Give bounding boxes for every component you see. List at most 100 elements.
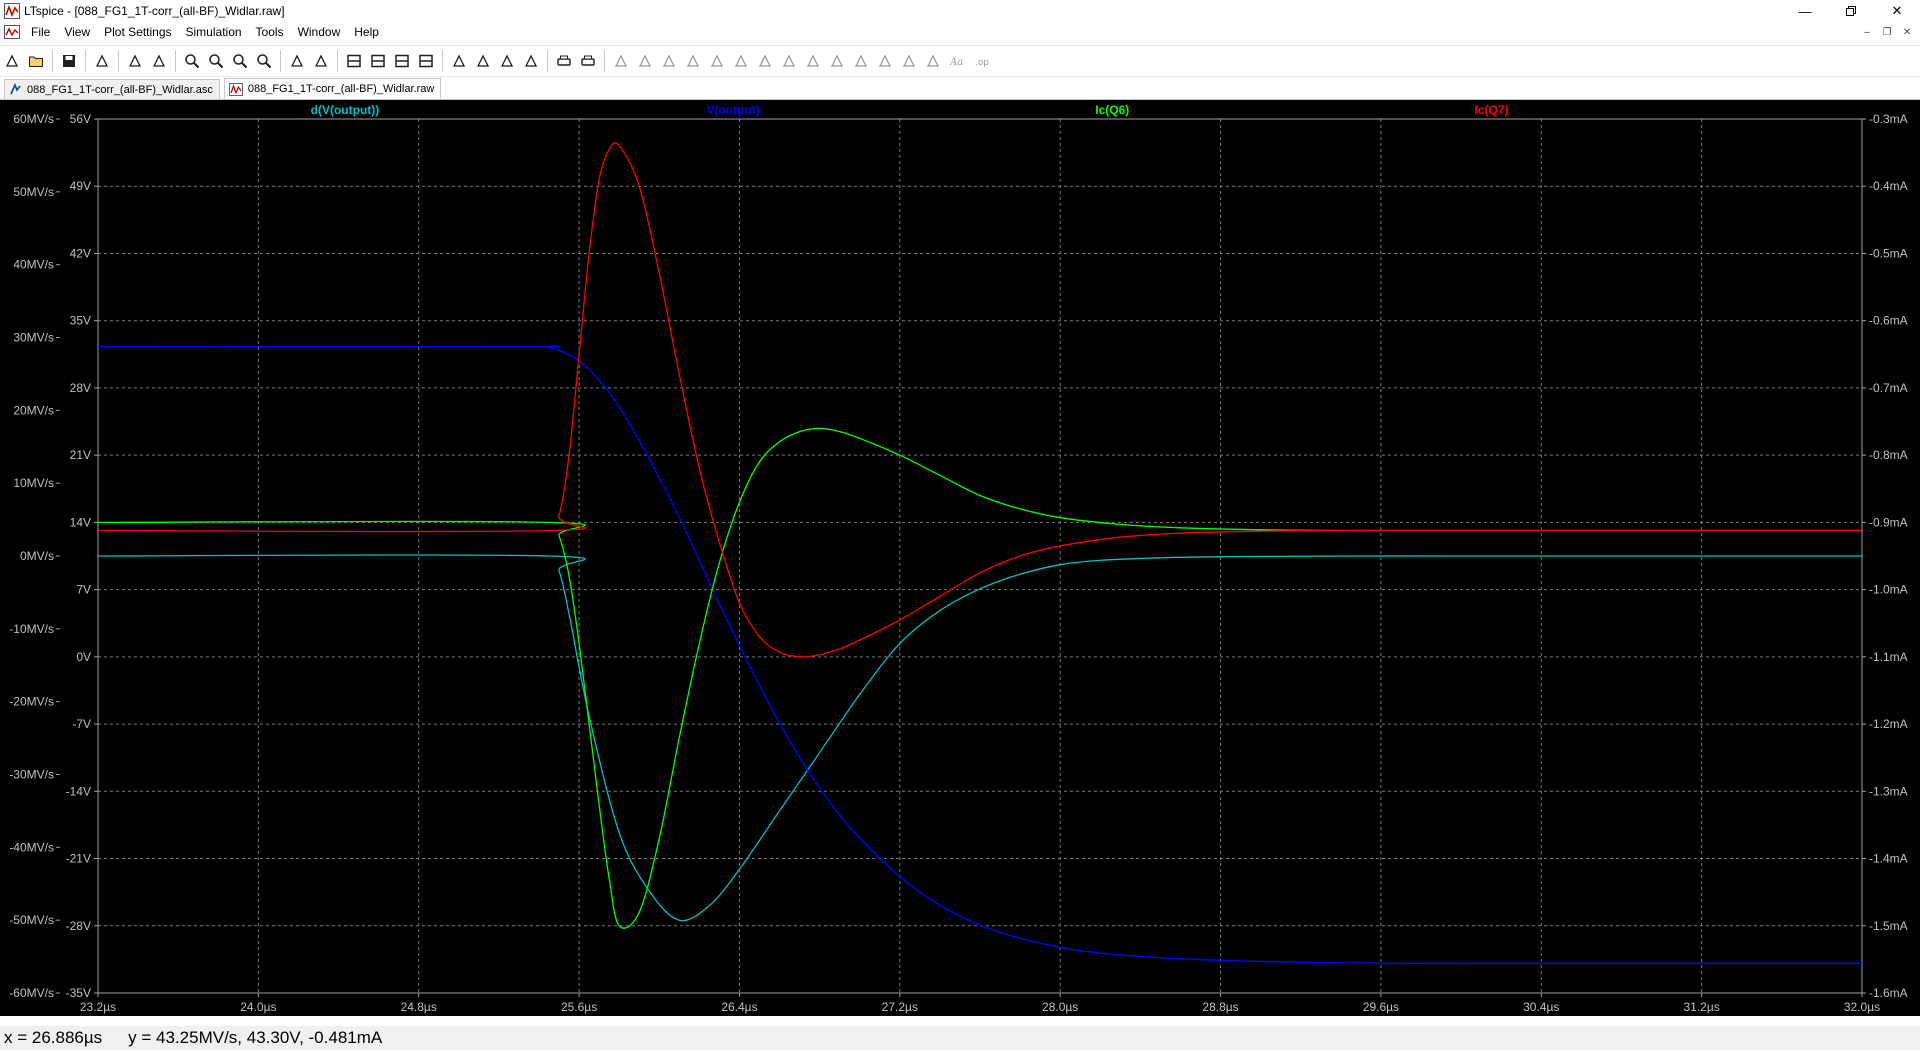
new-schematic-icon[interactable]	[1, 50, 23, 72]
title-bar: LTspice - [088_FG1_1T-corr_(all-BF)_Widl…	[0, 0, 1920, 22]
tile-vertical-icon[interactable]	[367, 50, 389, 72]
component-icon[interactable]	[778, 50, 800, 72]
y-tick-label-v: 56V	[70, 112, 91, 126]
tab-waveform[interactable]: 088_FG1_1T-corr_(all-BF)_Widlar.raw	[223, 78, 442, 99]
fit-y-icon[interactable]	[310, 50, 332, 72]
y-tick-label-dv: 60MV/s	[13, 112, 54, 126]
x-tick-label: 32.0µs	[1844, 1000, 1880, 1014]
move-icon[interactable]	[802, 50, 824, 72]
y-tick-label-dv: -50MV/s	[9, 913, 54, 927]
minimize-icon[interactable]: —	[1782, 0, 1828, 22]
x-tick-label: 23.2µs	[80, 1000, 116, 1014]
zoom-area-icon[interactable]	[205, 50, 227, 72]
y-tick-label-dv: 20MV/s	[13, 403, 54, 417]
y-tick-label-v: 7V	[76, 583, 91, 597]
diode-icon[interactable]	[754, 50, 776, 72]
trace-label[interactable]: Ic(Q7)	[1475, 103, 1509, 117]
zoom-out-icon[interactable]	[229, 50, 251, 72]
cascade-icon[interactable]	[391, 50, 413, 72]
resistor-icon[interactable]	[682, 50, 704, 72]
trace-label[interactable]: V(output)	[706, 103, 759, 117]
x-tick-label: 31.2µs	[1683, 1000, 1719, 1014]
trace-label[interactable]: d(V(output))	[311, 103, 380, 117]
close-icon[interactable]: ✕	[1874, 0, 1920, 22]
drag-icon[interactable]	[826, 50, 848, 72]
y-tick-label-v: -35V	[66, 986, 91, 1000]
y-tick-label-v: 0V	[76, 650, 91, 664]
halt-icon[interactable]	[148, 50, 170, 72]
toolbar: Aa .op	[0, 45, 1920, 77]
y-tick-label-dv: -60MV/s	[9, 986, 54, 1000]
menu-plot-settings[interactable]: Plot Settings	[97, 22, 178, 42]
toolbar-separator	[337, 50, 338, 72]
trace-label[interactable]: Ic(Q6)	[1095, 103, 1129, 117]
zoom-in-icon[interactable]	[181, 50, 203, 72]
autorange-icon[interactable]	[286, 50, 308, 72]
x-tick-label: 25.6µs	[561, 1000, 597, 1014]
y-tick-label-i: -0.6mA	[1869, 314, 1908, 328]
x-tick-label: 28.8µs	[1202, 1000, 1238, 1014]
print-icon[interactable]	[577, 50, 599, 72]
toolbar-separator	[280, 50, 281, 72]
document-tabs: 088_FG1_1T-corr_(all-BF)_Widlar.asc 088_…	[0, 78, 1920, 100]
menu-help[interactable]: Help	[347, 22, 386, 42]
toolbar-separator	[175, 50, 176, 72]
y-tick-label-v: -28V	[66, 919, 91, 933]
zoom-cancel-icon[interactable]	[253, 50, 275, 72]
menu-tools[interactable]: Tools	[249, 22, 291, 42]
x-tick-label: 27.2µs	[882, 1000, 918, 1014]
run-icon[interactable]	[124, 50, 146, 72]
y-tick-label-v: -21V	[66, 852, 91, 866]
inductor-icon[interactable]	[730, 50, 752, 72]
y-tick-label-dv: -20MV/s	[9, 695, 54, 709]
label-icon[interactable]	[658, 50, 680, 72]
y-tick-label-dv: -10MV/s	[9, 622, 54, 636]
paste-icon[interactable]	[496, 50, 518, 72]
x-tick-label: 24.0µs	[240, 1000, 276, 1014]
plot-background[interactable]	[0, 100, 1920, 1016]
mdi-controls: – ❐ ✕	[1858, 24, 1916, 40]
y-tick-label-v: -14V	[66, 784, 91, 798]
menu-window[interactable]: Window	[291, 22, 348, 42]
waveform-chart[interactable]: 23.2µs 24.0µs 24.8µs 25.6µs 26.4µs 27.2µs 28.0…	[0, 100, 1920, 1016]
tab-schematic[interactable]: 088_FG1_1T-corr_(all-BF)_Widlar.asc	[4, 79, 220, 99]
mirror-icon[interactable]	[922, 50, 944, 72]
mdi-close-icon[interactable]: ✕	[1898, 24, 1916, 40]
y-tick-label-i: -1.3mA	[1869, 784, 1908, 798]
waveform-window-icon[interactable]	[4, 24, 20, 40]
control-panel-icon[interactable]	[91, 50, 113, 72]
undo-icon[interactable]	[850, 50, 872, 72]
y-tick-label-i: -0.8mA	[1869, 448, 1908, 462]
y-tick-label-dv: 30MV/s	[13, 331, 54, 345]
menu-simulation[interactable]: Simulation	[179, 22, 249, 42]
menu-file[interactable]: File	[24, 22, 57, 42]
find-icon[interactable]	[520, 50, 542, 72]
close-all-icon[interactable]	[415, 50, 437, 72]
y-tick-label-i: -0.7mA	[1869, 381, 1908, 395]
copy-icon[interactable]	[472, 50, 494, 72]
menu-bar: File View Plot Settings Simulation Tools…	[0, 22, 1920, 42]
y-tick-label-i: -1.1mA	[1869, 650, 1908, 664]
tile-horizontal-icon[interactable]	[343, 50, 365, 72]
spice-directive-icon[interactable]: .op	[970, 50, 992, 72]
y-tick-label-v: 35V	[70, 314, 91, 328]
mdi-restore-icon[interactable]: ❐	[1878, 24, 1896, 40]
redo-icon[interactable]	[874, 50, 896, 72]
waveform-plot[interactable]: 23.2µs 24.0µs 24.8µs 25.6µs 26.4µs 27.2µs 28.0…	[0, 100, 1920, 1016]
cut-icon[interactable]	[448, 50, 470, 72]
y-tick-label-dv: 50MV/s	[13, 185, 54, 199]
ltspice-app-icon	[4, 3, 20, 19]
menu-view[interactable]: View	[57, 22, 97, 42]
open-icon[interactable]	[25, 50, 47, 72]
print-setup-icon[interactable]	[553, 50, 575, 72]
x-tick-label: 24.8µs	[401, 1000, 437, 1014]
rotate-icon[interactable]	[898, 50, 920, 72]
save-icon[interactable]	[58, 50, 80, 72]
restore-icon[interactable]	[1828, 0, 1874, 22]
capacitor-icon[interactable]	[706, 50, 728, 72]
text-icon[interactable]: Aa	[946, 50, 968, 72]
ground-icon[interactable]	[634, 50, 656, 72]
y-tick-label-v: 14V	[70, 515, 91, 529]
mdi-minimize-icon[interactable]: –	[1858, 24, 1876, 40]
wire-icon[interactable]	[610, 50, 632, 72]
